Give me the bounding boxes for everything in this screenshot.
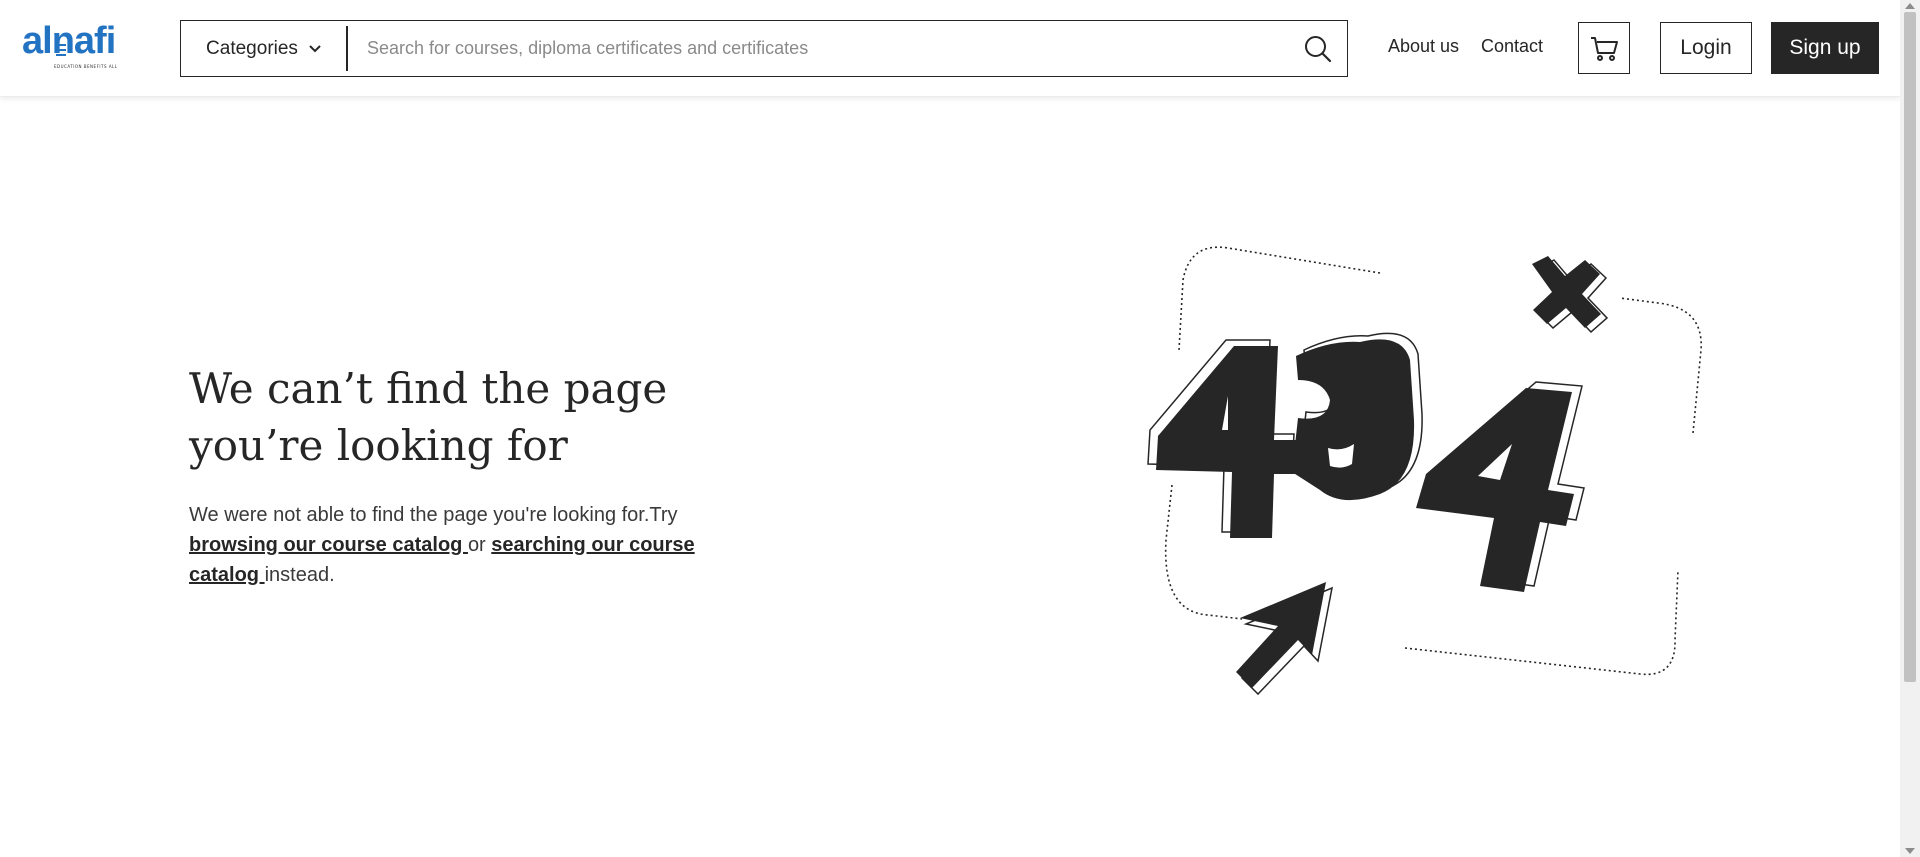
- chevron-down-icon: [309, 44, 321, 52]
- search-divider: [346, 26, 348, 71]
- alnafi-logo[interactable]: alnafi EDUCATION BENEFITS ALL: [22, 22, 140, 72]
- puzzle-zero: [1292, 332, 1423, 501]
- site-header: alnafi EDUCATION BENEFITS ALL Categories…: [0, 0, 1900, 97]
- scroll-up-icon[interactable]: [1905, 3, 1915, 9]
- categories-dropdown[interactable]: Categories: [181, 21, 347, 76]
- desc-middle: or: [467, 534, 492, 556]
- digit-4-right: [1416, 381, 1585, 592]
- page-scrollbar[interactable]: [1900, 0, 1920, 857]
- logo-tagline: EDUCATION BENEFITS ALL: [54, 64, 118, 69]
- scroll-down-icon[interactable]: [1905, 848, 1915, 854]
- scroll-thumb[interactable]: [1904, 12, 1916, 682]
- 404-illustration: [1147, 246, 1702, 696]
- search-input[interactable]: [367, 21, 1287, 76]
- search-bar: Categories: [180, 20, 1348, 77]
- digit-4-left: [1147, 339, 1302, 538]
- x-mark-icon: [1532, 256, 1609, 334]
- search-icon[interactable]: [1303, 34, 1333, 64]
- categories-label: Categories: [206, 37, 298, 59]
- nav-contact[interactable]: Contact: [1481, 36, 1543, 57]
- error-description: We were not able to find the page you're…: [189, 500, 749, 590]
- nav-about-us[interactable]: About us: [1388, 36, 1459, 57]
- login-button[interactable]: Login: [1660, 22, 1752, 74]
- desc-prefix: We were not able to find the page you're…: [189, 504, 678, 526]
- logo-wordmark: alnafi: [22, 20, 116, 62]
- cursor-arrow-icon: [1236, 582, 1333, 696]
- shopping-cart-icon: [1591, 37, 1618, 61]
- logo-bars-icon: [56, 44, 66, 60]
- cart-button[interactable]: [1578, 22, 1630, 74]
- browse-catalog-link[interactable]: browsing our course catalog: [189, 534, 468, 556]
- desc-suffix: instead.: [264, 564, 335, 586]
- signup-button[interactable]: Sign up: [1771, 22, 1879, 74]
- page-title: We can’t find the page you’re looking fo…: [189, 364, 668, 470]
